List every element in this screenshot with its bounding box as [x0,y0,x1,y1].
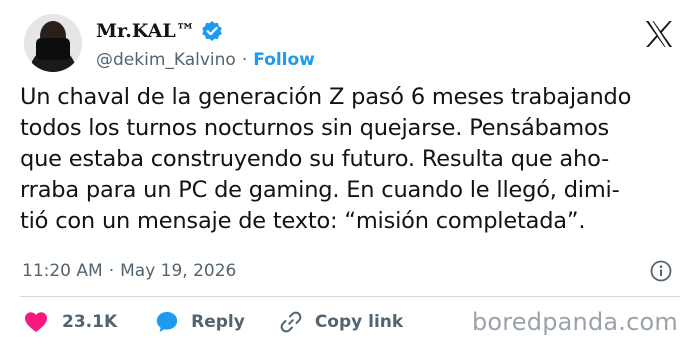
tweet-date: May 19, 2026 [120,261,237,281]
speech-bubble-icon [156,312,178,332]
verified-badge-icon [201,20,223,42]
info-icon[interactable] [650,260,672,282]
link-icon [280,311,302,333]
like-count: 23.1K [62,312,118,332]
author-handle-row: @dekim_Kalvino · Follow [96,48,315,72]
follow-button[interactable]: Follow [253,50,315,70]
avatar-image [24,14,82,72]
author-handle[interactable]: @dekim_Kalvino [96,50,236,70]
copy-link-button[interactable]: Copy link [279,310,403,334]
heart-icon [25,312,47,332]
like-button[interactable]: 23.1K [24,311,117,333]
avatar[interactable] [24,14,82,72]
reply-button[interactable]: Reply [155,310,245,334]
author-name-row: Mr.KAL™ [96,18,223,44]
tweet-text: Un chaval de la generación Z pasó 6 mese… [20,84,632,234]
action-bar: 23.1K Reply Copy link [24,307,403,337]
tweet-card: Mr.KAL™ @dekim_Kalvino · Follow Un chava… [0,0,700,348]
watermark: boredpanda.com [471,308,678,336]
tweet-timestamp[interactable]: 11:20 AM · May 19, 2026 [22,257,236,285]
tweet-time: 11:20 AM [22,261,103,281]
handle-separator: · [241,50,248,70]
divider [20,296,680,297]
timestamp-separator: · [108,261,115,281]
reply-label: Reply [191,312,245,332]
x-logo-icon[interactable] [644,20,674,48]
copy-link-label: Copy link [314,312,404,332]
author-display-name[interactable]: Mr.KAL™ [96,20,195,42]
